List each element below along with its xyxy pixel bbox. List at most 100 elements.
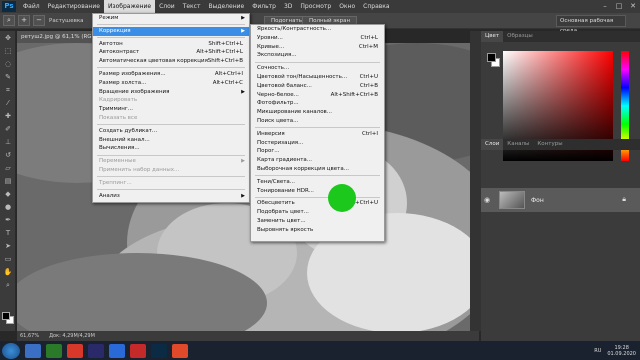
adjustments-menu-item[interactable]: Фотофильтр... xyxy=(251,99,384,108)
image-menu-item[interactable]: Режим ▶ xyxy=(93,14,249,23)
workspace-select[interactable]: Основная рабочая среда xyxy=(556,15,626,34)
history-brush-tool-icon[interactable]: ↺ xyxy=(2,150,14,161)
lasso-tool-icon[interactable]: ◌ xyxy=(2,59,14,70)
adjustments-menu-item[interactable]: Выровнять яркость xyxy=(251,226,384,235)
start-button-icon[interactable] xyxy=(2,342,20,359)
tab-swatches[interactable]: Образцы xyxy=(503,31,537,42)
adjustments-menu-item[interactable]: Тени/Света... xyxy=(251,178,384,187)
adjustments-menu-item[interactable]: Инверсия Ctrl+I xyxy=(251,130,384,139)
adjustments-menu-item[interactable]: Яркость/Контрастность... xyxy=(251,25,384,34)
pen-tool-icon[interactable]: ✒ xyxy=(2,215,14,226)
language-indicator[interactable]: RU xyxy=(594,348,601,354)
adjustments-menu-item-label: Цветовой тон/Насыщенность... xyxy=(257,73,348,80)
shape-tool-icon[interactable]: ▭ xyxy=(2,254,14,265)
adjustments-menu-item[interactable]: Карта градиента... xyxy=(251,156,384,165)
stamp-tool-icon[interactable]: ⊥ xyxy=(2,137,14,148)
image-menu-item[interactable]: Внешний канал... xyxy=(93,136,249,145)
blur-tool-icon[interactable]: ◆ xyxy=(2,189,14,200)
image-menu-item[interactable]: Размер холста... Alt+Ctrl+C xyxy=(93,79,249,88)
tab-layers[interactable]: Слои xyxy=(481,139,504,150)
gradient-tool-icon[interactable]: ▤ xyxy=(2,176,14,187)
image-menu-item[interactable]: Создать дубликат... xyxy=(93,127,249,136)
app-red-icon[interactable] xyxy=(130,343,146,358)
quick-select-tool-icon[interactable]: ✎ xyxy=(2,72,14,83)
image-menu-item-label: Автоконтраст xyxy=(99,49,140,56)
adjustments-menu-item[interactable]: Заменить цвет... xyxy=(251,217,384,226)
chrome-icon[interactable] xyxy=(67,343,83,358)
adjustments-menu-item[interactable]: Постеризация... xyxy=(251,139,384,148)
photoshop-taskbar-icon[interactable] xyxy=(151,343,167,358)
explorer-icon[interactable] xyxy=(25,343,41,358)
menu-filter[interactable]: Фильтр xyxy=(248,0,280,13)
panel-foreground-swatch[interactable] xyxy=(487,53,496,62)
menu-text[interactable]: Текст xyxy=(179,0,205,13)
brush-tool-icon[interactable]: ✐ xyxy=(2,124,14,135)
adjustments-menu-item[interactable]: Черно-белое... Alt+Shift+Ctrl+B xyxy=(251,91,384,100)
menu-view[interactable]: Просмотр xyxy=(296,0,335,13)
move-tool-icon[interactable]: ✥ xyxy=(2,33,14,44)
menu-file[interactable]: Файл xyxy=(19,0,44,13)
foreground-color-swatch[interactable] xyxy=(2,312,10,320)
visibility-eye-icon[interactable]: ◉ xyxy=(481,196,493,204)
word-icon[interactable] xyxy=(109,343,125,358)
marquee-tool-icon[interactable]: ⬚ xyxy=(2,46,14,57)
zoom-tool-icon[interactable]: ⌕ xyxy=(2,280,14,291)
maximize-icon[interactable]: □ xyxy=(612,0,626,13)
zoom-tool-icon[interactable]: ⌕ xyxy=(3,15,15,26)
type-tool-icon[interactable]: T xyxy=(2,228,14,239)
zoom-out-icon[interactable]: − xyxy=(33,15,45,26)
adjustments-menu-item[interactable]: Порог... xyxy=(251,147,384,156)
hand-tool-icon[interactable]: ✋ xyxy=(2,267,14,278)
adjustments-menu-item[interactable]: Цветовой баланс... Ctrl+B xyxy=(251,82,384,91)
menu-3d[interactable]: 3D xyxy=(280,0,296,13)
path-select-tool-icon[interactable]: ➤ xyxy=(2,241,14,252)
menu-edit[interactable]: Редактирование xyxy=(44,0,104,13)
zoom-level[interactable]: 61,67% xyxy=(20,331,39,341)
image-menu-item-label: Анализ xyxy=(99,192,120,199)
adjustments-menu-item[interactable]: Кривые... Ctrl+M xyxy=(251,43,384,52)
image-menu-item[interactable]: Анализ ▶ xyxy=(93,192,249,201)
adjustments-menu-item[interactable]: Поиск цвета... xyxy=(251,117,384,126)
tab-paths[interactable]: Контуры xyxy=(533,139,566,150)
menu-layers[interactable]: Слои xyxy=(155,0,179,13)
adjustments-menu-item[interactable]: Цветовой тон/Насыщенность... Ctrl+U xyxy=(251,73,384,82)
image-menu-item[interactable]: Вращение изображения ▶ xyxy=(93,88,249,97)
tab-channels[interactable]: Каналы xyxy=(503,139,533,150)
eraser-tool-icon[interactable]: ▱ xyxy=(2,163,14,174)
adjustments-menu-item[interactable]: Тонирование HDR... xyxy=(251,187,384,196)
clock[interactable]: 19:28 01.09.2020 xyxy=(607,345,636,357)
adjustments-menu-item[interactable]: Выборочная коррекция цвета... xyxy=(251,165,384,174)
adjustments-menu-item[interactable]: Подобрать цвет... xyxy=(251,208,384,217)
image-menu-item[interactable]: Вычисления... xyxy=(93,144,249,153)
adjustments-menu-item[interactable]: Микширование каналов... xyxy=(251,108,384,117)
layer-row[interactable]: ◉ Фон 🔒︎ xyxy=(481,188,640,212)
eyedropper-tool-icon[interactable]: ⁄ xyxy=(2,98,14,109)
dodge-tool-icon[interactable]: ● xyxy=(2,202,14,213)
adjustments-menu-item[interactable]: Уровни... Ctrl+L xyxy=(251,34,384,43)
menu-window[interactable]: Окно xyxy=(335,0,359,13)
menu-image[interactable]: Изображение xyxy=(103,0,156,13)
premiere-icon[interactable] xyxy=(88,343,104,358)
submenu-arrow-icon: ▶ xyxy=(241,158,245,165)
image-menu-item[interactable]: Автоматическая цветовая коррекция Shift+C… xyxy=(93,57,249,66)
healing-tool-icon[interactable]: ✚ xyxy=(2,111,14,122)
adjustments-menu-item[interactable]: Сочность... xyxy=(251,64,384,73)
image-menu-item-label: Режим xyxy=(99,15,119,21)
app-icon[interactable] xyxy=(46,343,62,358)
image-menu-item[interactable]: Автоконтраст Alt+Shift+Ctrl+L xyxy=(93,48,249,57)
menu-help[interactable]: Справка xyxy=(359,0,393,13)
minimize-icon[interactable]: – xyxy=(598,0,612,13)
image-menu-item[interactable]: Автотон Shift+Ctrl+L xyxy=(93,40,249,49)
image-menu-item[interactable]: Коррекция ▶ xyxy=(93,26,249,36)
menu-select[interactable]: Выделение xyxy=(204,0,248,13)
record-icon[interactable] xyxy=(172,343,188,358)
image-menu-item[interactable]: Тримминг... xyxy=(93,105,249,114)
crop-tool-icon[interactable]: ⌗ xyxy=(2,85,14,96)
zoom-in-icon[interactable]: + xyxy=(18,15,30,26)
image-menu-item-label: Треппинг... xyxy=(99,179,132,186)
adjustments-menu-item[interactable]: Обесцветить Shift+Ctrl+U xyxy=(251,199,384,208)
adjustments-menu-item[interactable]: Экспозиция... xyxy=(251,51,384,60)
close-icon[interactable]: ✕ xyxy=(626,0,640,13)
tab-color[interactable]: Цвет xyxy=(481,31,504,42)
image-menu-item[interactable]: Размер изображения... Alt+Ctrl+I xyxy=(93,70,249,79)
